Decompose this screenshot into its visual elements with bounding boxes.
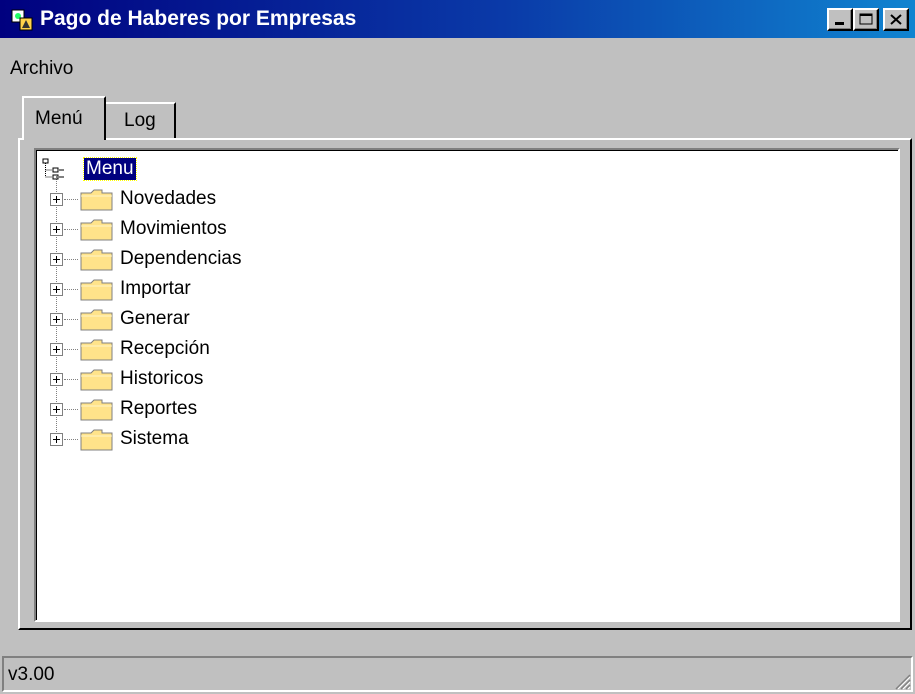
expand-icon[interactable] (50, 253, 63, 266)
folder-icon (80, 219, 113, 241)
folder-icon (80, 309, 113, 331)
tree-node-label: Dependencias (120, 248, 242, 269)
tree-connector (64, 379, 78, 380)
maximize-icon (859, 13, 873, 25)
app-icon (11, 9, 33, 31)
tree-connector (64, 349, 78, 350)
menu-archivo[interactable]: Archivo (10, 58, 73, 80)
tree-connector (64, 289, 78, 290)
tree-node-sistema[interactable]: Sistema (36, 426, 436, 456)
window-title: Pago de Haberes por Empresas (40, 7, 357, 30)
tree-connector (64, 259, 78, 260)
tree-node-label: Historicos (120, 368, 204, 389)
close-button[interactable] (883, 8, 909, 31)
tree-connector (64, 439, 78, 440)
tree-node-label: Recepción (120, 338, 210, 359)
expand-icon[interactable] (50, 403, 63, 416)
folder-icon (80, 429, 113, 451)
expand-icon[interactable] (50, 343, 63, 356)
expand-icon[interactable] (50, 223, 63, 236)
tree-node-label: Sistema (120, 428, 189, 449)
tree-node-reportes[interactable]: Reportes (36, 396, 436, 426)
tree-node-novedades[interactable]: Novedades (36, 186, 436, 216)
expand-icon[interactable] (50, 193, 63, 206)
tree-root-label[interactable]: Menu (83, 157, 137, 181)
folder-icon (80, 369, 113, 391)
minimize-button[interactable] (827, 8, 853, 31)
folder-icon (80, 399, 113, 421)
minimize-icon (835, 22, 844, 25)
tree-node-label: Movimientos (120, 218, 227, 239)
tree-node-importar[interactable]: Importar (36, 276, 436, 306)
title-bar[interactable]: Pago de Haberes por Empresas (0, 0, 915, 38)
tree-node-label: Generar (120, 308, 190, 329)
status-bar: v3.00 (2, 656, 913, 692)
folder-icon (80, 339, 113, 361)
maximize-button[interactable] (853, 8, 879, 31)
close-icon (890, 14, 902, 25)
tree-connector (64, 409, 78, 410)
menu-tree[interactable]: Menu Novedades Movimientos Dependencias (34, 148, 900, 622)
tab-log[interactable]: Log (104, 102, 176, 138)
tab-menu[interactable]: Menú (22, 96, 106, 140)
tree-node-label: Importar (120, 278, 191, 299)
folder-icon (80, 249, 113, 271)
folder-icon (80, 189, 113, 211)
tree-connector (64, 319, 78, 320)
resize-grip-icon[interactable] (893, 672, 911, 690)
expand-icon[interactable] (50, 313, 63, 326)
tree-node-movimientos[interactable]: Movimientos (36, 216, 436, 246)
tree-connector (64, 229, 78, 230)
tree-node-generar[interactable]: Generar (36, 306, 436, 336)
expand-icon[interactable] (50, 373, 63, 386)
tree-node-label: Reportes (120, 398, 198, 419)
tree-node-label: Novedades (120, 188, 217, 209)
tree-node-historicos[interactable]: Historicos (36, 366, 436, 396)
version-label: v3.00 (8, 664, 55, 685)
tree-node-recepcion[interactable]: Recepción (36, 336, 436, 366)
tree-root-icon (42, 158, 64, 180)
expand-icon[interactable] (50, 433, 63, 446)
tree-connector (64, 199, 78, 200)
tree-node-dependencias[interactable]: Dependencias (36, 246, 436, 276)
folder-icon (80, 279, 113, 301)
expand-icon[interactable] (50, 283, 63, 296)
